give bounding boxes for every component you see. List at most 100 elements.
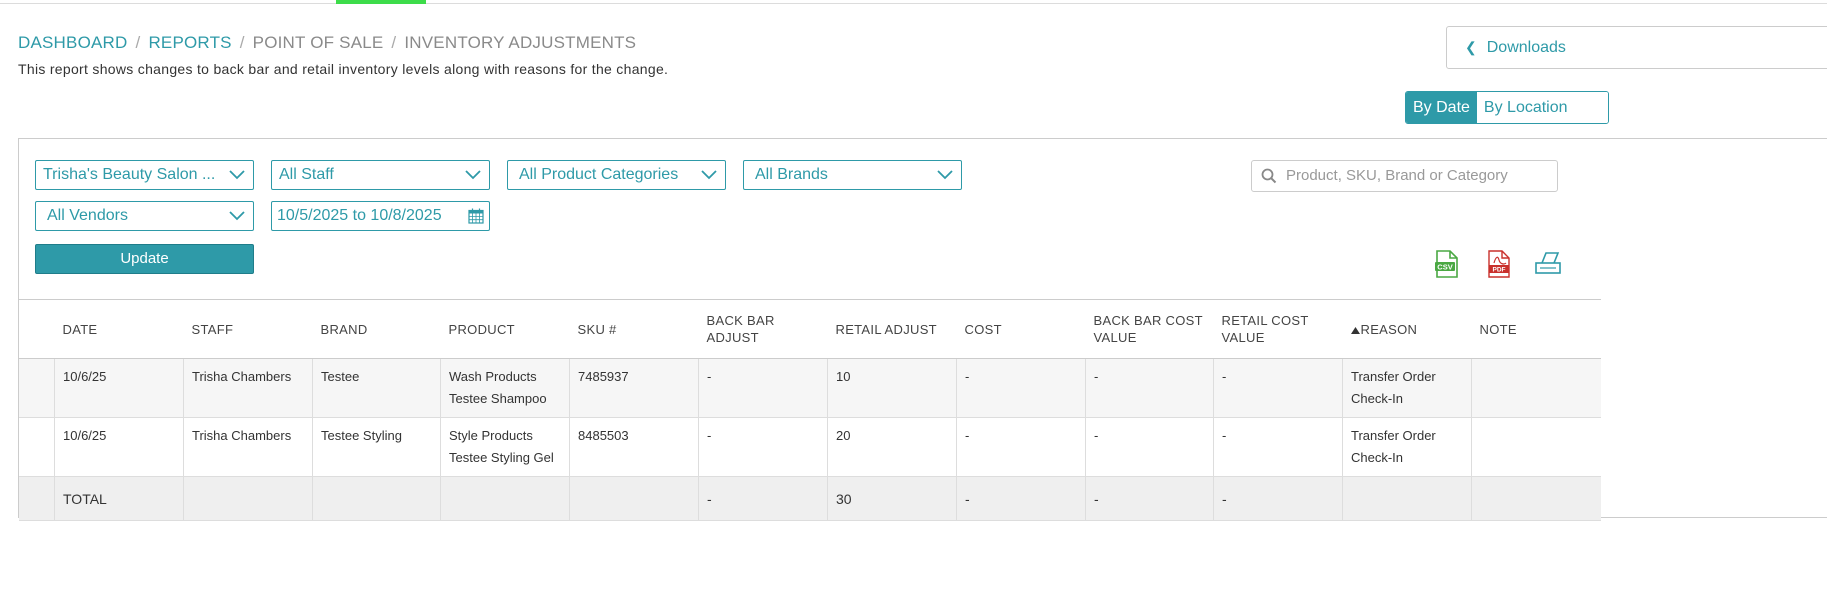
product-name: Testee Shampoo <box>449 391 547 406</box>
cell-sku: 8485503 <box>569 417 699 477</box>
search-box <box>1251 160 1558 192</box>
breadcrumb: DASHBOARD / REPORTS / POINT OF SALE / INVENTOR… <box>18 33 636 53</box>
cell-brand: Testee Styling <box>312 417 441 477</box>
chevron-down-icon <box>937 170 953 180</box>
table-row: 10/6/25 Trisha Chambers Testee Styling S… <box>19 417 1601 477</box>
downloads-label: Downloads <box>1486 38 1566 56</box>
column-header-reason-label: REASON <box>1360 321 1418 337</box>
table-header-row: DATE STAFF BRAND PRODUCT SKU # BACK BAR … <box>19 299 1601 359</box>
total-retail-adjust: 30 <box>827 476 957 521</box>
update-button[interactable]: Update <box>35 244 254 274</box>
staff-select-value: All Staff <box>279 166 334 183</box>
top-divider <box>0 3 1827 4</box>
row-gutter-header <box>19 299 55 359</box>
by-location-toggle[interactable]: By Location <box>1476 92 1608 123</box>
sort-ascending-icon <box>1350 326 1360 334</box>
column-header-date[interactable]: DATE <box>54 299 184 359</box>
cell-retail-cost-value: - <box>1213 417 1343 477</box>
csv-export-icon[interactable]: CSV <box>1434 250 1460 278</box>
location-select[interactable]: Trisha's Beauty Salon ... <box>35 160 254 190</box>
total-empty-cell <box>1342 476 1472 521</box>
total-row: TOTAL - 30 - - - <box>19 476 1601 521</box>
total-cost: - <box>956 476 1086 521</box>
cell-staff: Trisha Chambers <box>183 417 313 477</box>
search-icon <box>1261 168 1277 184</box>
total-empty-cell <box>1471 476 1601 521</box>
product-category: Style Products <box>449 428 533 443</box>
category-select[interactable]: All Product Categories <box>507 160 726 190</box>
pdf-export-icon[interactable]: PDF <box>1486 250 1512 278</box>
brand-select[interactable]: All Brands <box>743 160 962 190</box>
total-back-bar-cost-value: - <box>1085 476 1214 521</box>
page-description: This report shows changes to back bar an… <box>18 61 669 77</box>
cell-cost: - <box>956 358 1086 418</box>
column-header-sku[interactable]: SKU # <box>569 299 699 359</box>
column-header-retail-adjust[interactable]: RETAIL ADJUST <box>827 299 957 359</box>
print-icon[interactable] <box>1534 250 1562 276</box>
staff-select[interactable]: All Staff <box>271 160 490 190</box>
cell-staff: Trisha Chambers <box>183 358 313 418</box>
product-name: Testee Styling Gel <box>449 450 554 465</box>
total-empty-cell <box>440 476 570 521</box>
downloads-button[interactable]: ❮ Downloads <box>1446 26 1827 69</box>
breadcrumb-dashboard[interactable]: DASHBOARD <box>18 33 128 52</box>
active-tab-indicator <box>336 0 426 4</box>
total-retail-cost-value: - <box>1213 476 1343 521</box>
column-header-retail-cost-value[interactable]: RETAIL COST VALUE <box>1213 299 1343 359</box>
reason-line: Transfer Order <box>1351 428 1436 443</box>
total-back-bar-adjust: - <box>698 476 828 521</box>
category-select-value: All Product Categories <box>519 166 679 183</box>
cell-reason: Transfer Order Check-In <box>1342 417 1472 477</box>
table-row: 10/6/25 Trisha Chambers Testee Wash Prod… <box>19 358 1601 418</box>
cell-product: Style Products Testee Styling Gel <box>440 417 570 477</box>
csv-icon-label: CSV <box>1437 262 1452 271</box>
chevron-left-icon: ❮ <box>1465 39 1477 55</box>
cell-note <box>1471 417 1601 477</box>
breadcrumb-separator: / <box>135 33 141 52</box>
cell-sku: 7485937 <box>569 358 699 418</box>
vendor-select[interactable]: All Vendors <box>35 201 254 231</box>
reason-line: Transfer Order <box>1351 369 1436 384</box>
column-header-back-bar-adjust[interactable]: BACK BAR ADJUST <box>698 299 828 359</box>
cell-back-bar-cost-value: - <box>1085 358 1214 418</box>
cell-back-bar-cost-value: - <box>1085 417 1214 477</box>
view-toggle: By Date By Location <box>1405 91 1609 124</box>
search-input[interactable] <box>1284 166 1548 185</box>
breadcrumb-point-of-sale: POINT OF SALE <box>252 33 384 52</box>
product-category: Wash Products <box>449 369 537 384</box>
cell-back-bar-adjust: - <box>698 417 828 477</box>
column-header-back-bar-cost-value[interactable]: BACK BAR COST VALUE <box>1085 299 1214 359</box>
cell-cost: - <box>956 417 1086 477</box>
calendar-icon[interactable] <box>468 208 484 224</box>
row-gutter-cell <box>19 358 55 418</box>
column-header-product[interactable]: PRODUCT <box>440 299 570 359</box>
total-empty-cell <box>569 476 699 521</box>
by-date-toggle[interactable]: By Date <box>1406 92 1477 123</box>
date-range-field[interactable]: 10/5/2025 to 10/8/2025 <box>271 201 490 231</box>
pdf-icon-label: PDF <box>1493 267 1506 274</box>
reason-line: Check-In <box>1351 391 1404 406</box>
cell-reason: Transfer Order Check-In <box>1342 358 1472 418</box>
column-header-cost[interactable]: COST <box>956 299 1086 359</box>
total-empty-cell <box>312 476 441 521</box>
breadcrumb-current: INVENTORY ADJUSTMENTS <box>404 33 637 52</box>
column-header-brand[interactable]: BRAND <box>312 299 441 359</box>
breadcrumb-reports[interactable]: REPORTS <box>148 33 231 52</box>
cell-retail-adjust: 10 <box>827 358 957 418</box>
column-header-staff[interactable]: STAFF <box>183 299 313 359</box>
cell-retail-adjust: 20 <box>827 417 957 477</box>
column-header-note[interactable]: NOTE <box>1471 299 1601 359</box>
breadcrumb-separator: / <box>239 33 245 52</box>
chevron-down-icon <box>229 170 245 180</box>
cell-date: 10/6/25 <box>54 417 184 477</box>
cell-back-bar-adjust: - <box>698 358 828 418</box>
cell-brand: Testee <box>312 358 441 418</box>
location-select-value: Trisha's Beauty Salon ... <box>43 166 216 183</box>
cell-retail-cost-value: - <box>1213 358 1343 418</box>
row-gutter-cell <box>19 476 55 521</box>
cell-date: 10/6/25 <box>54 358 184 418</box>
column-header-reason[interactable]: REASON <box>1342 299 1472 359</box>
inventory-adjustments-table: DATE STAFF BRAND PRODUCT SKU # BACK BAR … <box>19 299 1601 521</box>
cell-note <box>1471 358 1601 418</box>
date-range-value: 10/5/2025 to 10/8/2025 <box>277 207 442 224</box>
